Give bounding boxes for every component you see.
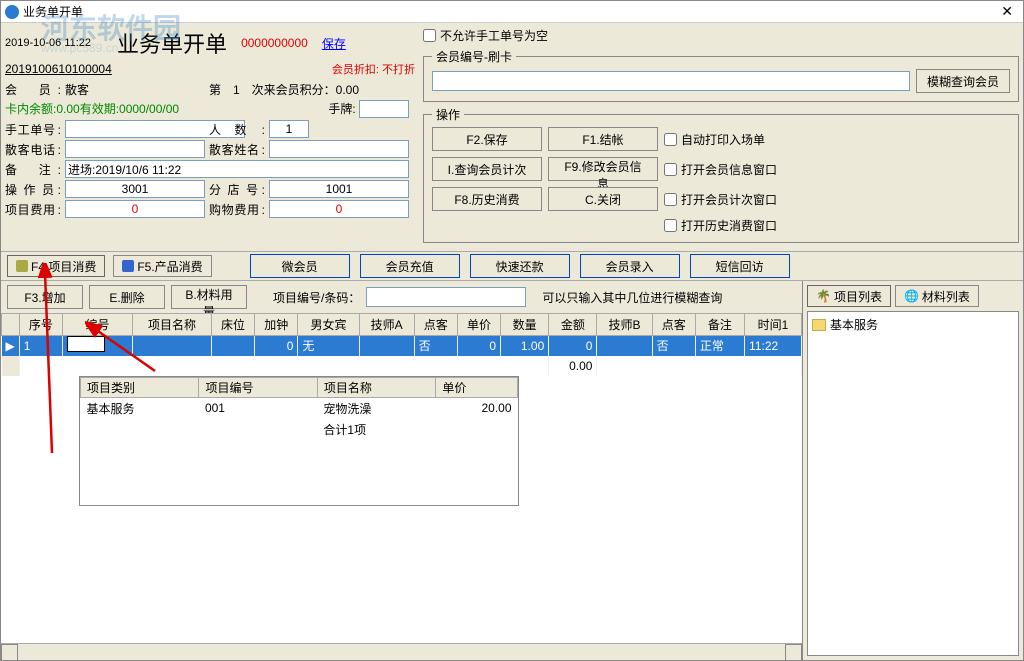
col-point-a: 点客 — [414, 314, 457, 336]
chk-open-history[interactable] — [664, 219, 677, 232]
subgrid-summary: 合计1项 — [81, 419, 518, 440]
ops-legend: 操作 — [432, 106, 464, 123]
col-name: 项目名称 — [132, 314, 211, 336]
main-grid[interactable]: 序号 编号 项目名称 床位 加钟 男女宾 技师A 点客 单价 数量 金额 技师B — [1, 313, 802, 376]
col-tech-a: 技师A — [359, 314, 414, 336]
save-button[interactable]: F2.保存 — [432, 127, 542, 151]
flag-icon — [16, 260, 28, 272]
window-title: 业务单开单 — [23, 3, 995, 20]
manual-no-label: 手工单号 — [5, 121, 61, 138]
subgrid-row[interactable]: 基本服务 001 宠物洗澡 20.00 — [81, 397, 518, 419]
app-icon — [5, 5, 19, 19]
ops-group: 操作 F2.保存 F1.结帐 自动打印入场单 I.查询会员计次 F9.修改会员信… — [423, 106, 1019, 243]
col-price: 单价 — [457, 314, 500, 336]
left-header: 2019-10-06 11:22 业务单开单 0000000000 保存 201… — [5, 27, 415, 247]
scroll-right-icon[interactable] — [785, 644, 802, 660]
people-input[interactable] — [269, 120, 309, 138]
material-usage-button[interactable]: B.材料用量 — [171, 285, 247, 309]
col-point-b: 点客 — [652, 314, 695, 336]
col-remark: 备注 — [695, 314, 744, 336]
shop-fee-label: 购物费用 — [209, 201, 265, 218]
col-addclock: 加钟 — [255, 314, 298, 336]
scroll-left-icon[interactable] — [1, 644, 18, 660]
hand-card-input[interactable] — [359, 100, 409, 118]
h-scrollbar[interactable] — [1, 643, 802, 660]
search-hint: 可以只输入其中几位进行模糊查询 — [542, 289, 722, 306]
member-label: 会 员 — [5, 81, 61, 98]
sms-button[interactable]: 短信回访 — [690, 254, 790, 278]
repay-button[interactable]: 快速还款 — [470, 254, 570, 278]
close-button[interactable]: C.关闭 — [548, 187, 658, 211]
remark-label: 备 注 — [5, 161, 61, 178]
checkout-button[interactable]: F1.结帐 — [548, 127, 658, 151]
chk-no-empty-manual[interactable] — [423, 29, 436, 42]
member-search-input[interactable] — [432, 71, 910, 91]
category-tree[interactable]: 基本服务 — [807, 311, 1019, 656]
add-button[interactable]: F3.增加 — [7, 285, 83, 309]
wechat-member-button[interactable]: 微会员 — [250, 254, 350, 278]
titlebar: 业务单开单 ✕ — [1, 1, 1023, 23]
operator-input[interactable] — [65, 180, 205, 198]
tab-material-list[interactable]: 🌐材料列表 — [895, 285, 979, 307]
member-search-group: 会员编号-刷卡 模糊查询会员 — [423, 48, 1019, 102]
recharge-button[interactable]: 会员充值 — [360, 254, 460, 278]
delete-button[interactable]: E.删除 — [89, 285, 165, 309]
col-tech-b: 技师B — [597, 314, 652, 336]
col-seq: 序号 — [19, 314, 62, 336]
guest-phone-input[interactable] — [65, 140, 205, 158]
col-amount: 金额 — [549, 314, 597, 336]
branch-input[interactable] — [269, 180, 409, 198]
history-button[interactable]: F8.历史消费 — [432, 187, 542, 211]
chk-open-member-times[interactable] — [664, 193, 677, 206]
chk-auto-print[interactable] — [664, 133, 677, 146]
col-gender: 男女宾 — [298, 314, 359, 336]
visit-info: 第 1 次来会员积分：0.00 — [209, 81, 409, 98]
people-label: 人数 — [209, 121, 265, 138]
code-edit-cell[interactable] — [67, 336, 105, 352]
project-search-input[interactable] — [366, 287, 526, 307]
close-icon[interactable]: ✕ — [995, 3, 1019, 20]
tab-product-consume[interactable]: F5.产品消费 — [113, 255, 211, 277]
globe-icon: 🌐 — [904, 289, 919, 303]
save-link[interactable]: 保存 — [322, 35, 346, 52]
project-fee-label: 项目费用 — [5, 201, 61, 218]
member-search-legend: 会员编号-刷卡 — [432, 48, 516, 65]
guest-name-input[interactable] — [269, 140, 409, 158]
page-title: 业务单开单 — [117, 27, 227, 59]
shop-fee-input[interactable] — [269, 200, 409, 218]
tree-item-basic[interactable]: 基本服务 — [812, 316, 1014, 333]
col-code: 编号 — [62, 314, 132, 336]
member-value: 散客 — [65, 81, 205, 98]
col-qty: 数量 — [501, 314, 549, 336]
query-times-button[interactable]: I.查询会员计次 — [432, 157, 542, 181]
member-entry-button[interactable]: 会员录入 — [580, 254, 680, 278]
order-number: 2019100610100004 — [5, 62, 112, 76]
subgrid-popup[interactable]: 项目类别 项目编号 项目名称 单价 基本服务 001 宠物洗澡 2 — [79, 376, 519, 506]
grid-row-summary: 0.00 — [2, 356, 802, 376]
operator-label: 操 作 员 — [5, 181, 61, 198]
datetime: 2019-10-06 11:22 — [5, 37, 91, 49]
chk-no-empty-label: 不允许手工单号为空 — [440, 27, 548, 44]
tree-icon: 🌴 — [816, 289, 831, 303]
guest-name-label: 散客姓名 — [209, 141, 265, 158]
fuzzy-search-button[interactable]: 模糊查询会员 — [916, 69, 1010, 93]
col-bed: 床位 — [211, 314, 254, 336]
project-fee-input[interactable] — [65, 200, 205, 218]
serial-number: 0000000000 — [241, 36, 308, 50]
tab-project-consume[interactable]: F4.项目消费 — [7, 255, 105, 277]
tab-project-list[interactable]: 🌴项目列表 — [807, 285, 891, 307]
grid-row-selected[interactable]: ▶ 1 0 无 否 0 1.00 0 — [2, 336, 802, 356]
folder-icon — [812, 319, 826, 331]
guest-phone-label: 散客电话 — [5, 141, 61, 158]
run-icon — [122, 260, 134, 272]
balance-line: 卡内余额:0.00有效期:0000/00/00 手牌: — [5, 100, 409, 118]
discount-label: 会员折扣: 不打折 — [332, 61, 415, 77]
remark-input[interactable] — [65, 160, 409, 178]
chk-open-member-info[interactable] — [664, 163, 677, 176]
col-time1: 时间1 — [745, 314, 802, 336]
search-label: 项目编号/条码： — [273, 289, 360, 306]
branch-label: 分 店 号 — [209, 181, 265, 198]
edit-member-button[interactable]: F9.修改会员信息 — [548, 157, 658, 181]
